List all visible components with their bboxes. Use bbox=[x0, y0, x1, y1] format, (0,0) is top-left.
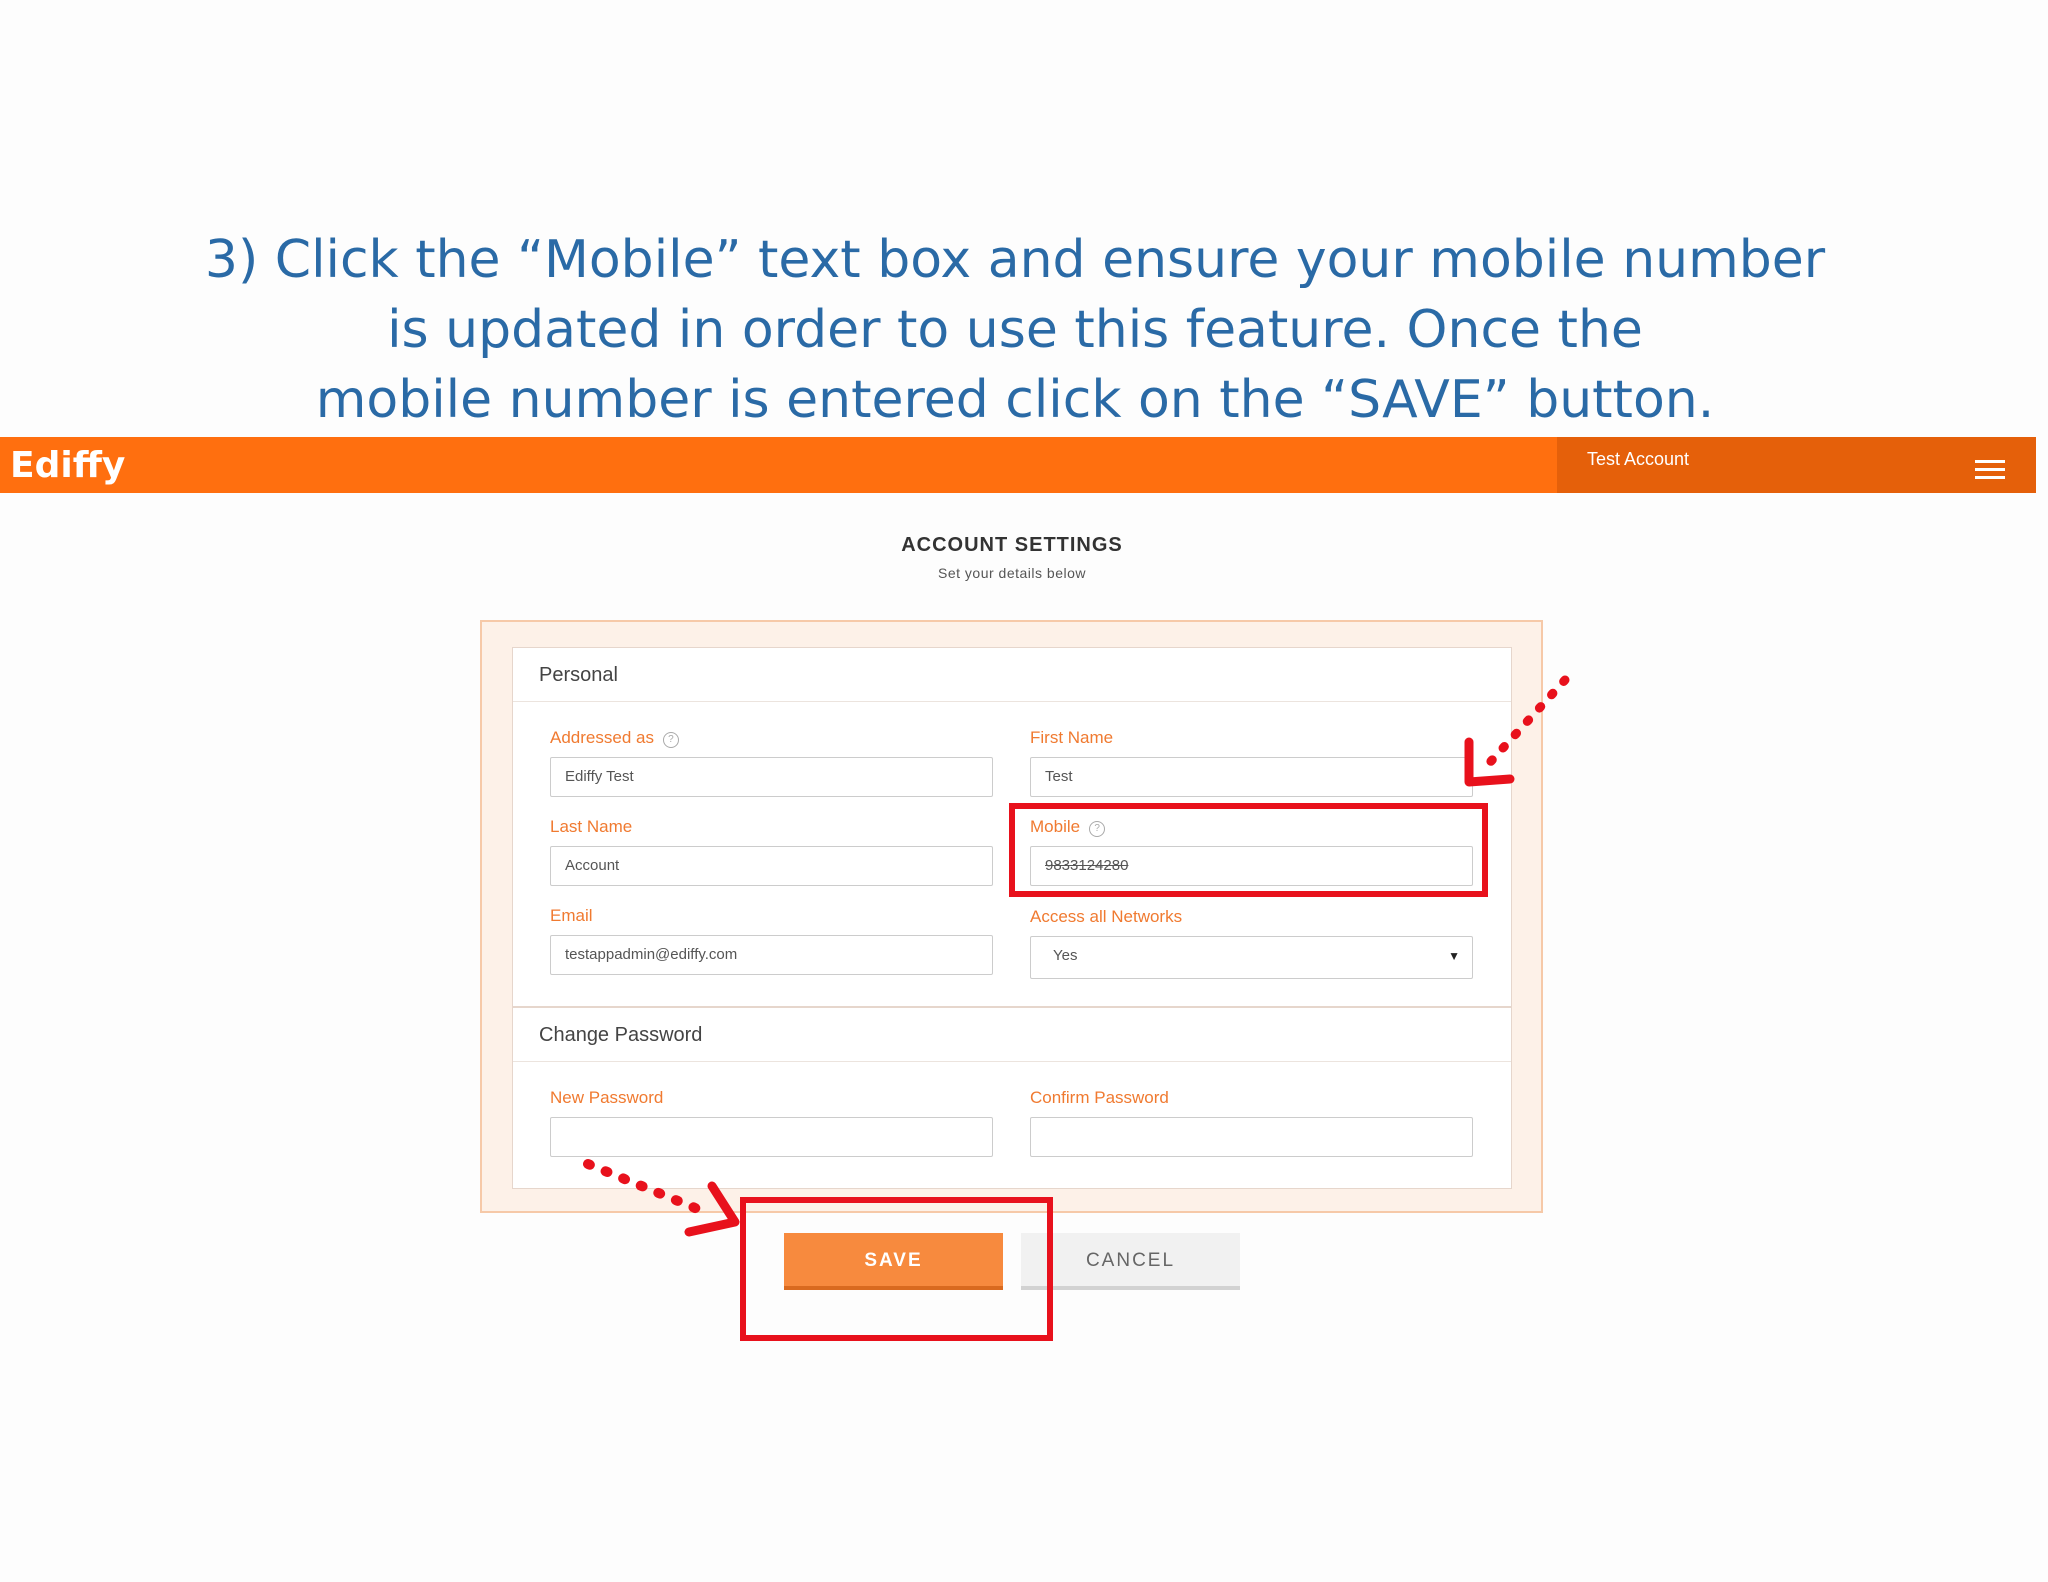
dotted-arrow-to-mobile bbox=[1464, 675, 1570, 787]
annotation-overlay bbox=[583, 675, 1570, 1237]
dotted-arrow-to-save bbox=[583, 1159, 740, 1237]
